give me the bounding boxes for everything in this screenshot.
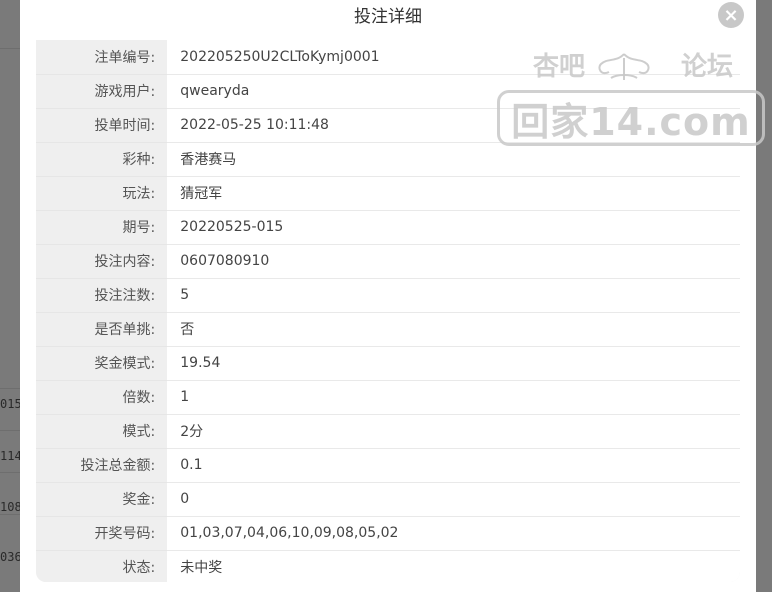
detail-row: 模式: 2分 [36,414,740,449]
detail-label: 注单编号: [36,40,168,75]
detail-label: 玩法: [36,176,168,211]
close-button[interactable]: × [718,2,744,28]
detail-row: 开奖号码: 01,03,07,04,06,10,09,08,05,02 [36,516,740,551]
detail-row: 是否单挑: 否 [36,312,740,347]
detail-label: 倍数: [36,380,168,415]
detail-value: 2022-05-25 10:11:48 [167,108,740,143]
background-divider [0,430,20,431]
detail-value: 2分 [167,414,740,449]
detail-label: 状态: [36,550,168,582]
detail-label: 奖金: [36,482,168,517]
background-fragment: 108 [0,500,22,514]
close-icon: × [723,4,739,26]
detail-label: 开奖号码: [36,516,168,551]
detail-label: 模式: [36,414,168,449]
detail-label: 投单时间: [36,108,168,143]
detail-label: 投注内容: [36,244,168,279]
detail-row: 投单时间: 2022-05-25 10:11:48 [36,108,740,143]
detail-value: 香港赛马 [167,142,740,177]
detail-row: 倍数: 1 [36,380,740,415]
detail-row: 投注注数: 5 [36,278,740,313]
detail-row: 投注总金额: 0.1 [36,448,740,483]
background-divider [0,388,20,389]
detail-value: 猜冠军 [167,176,740,211]
detail-row: 彩种: 香港赛马 [36,142,740,177]
detail-value: 0607080910 [167,244,740,279]
background-fragment: 114 [0,449,22,463]
detail-value: 0.1 [167,448,740,483]
detail-row: 投注内容: 0607080910 [36,244,740,279]
dialog-title: 投注详细 [354,7,422,27]
detail-row: 奖金: 0 [36,482,740,517]
detail-value: 未中奖 [167,550,740,582]
bet-detail-dialog: 投注详细 × 注单编号: 202205250U2CLToKymj0001 游戏用户:… [20,0,756,592]
detail-table: 注单编号: 202205250U2CLToKymj0001 游戏用户: qwearyd… [36,40,740,582]
detail-value: 5 [167,278,740,313]
detail-label: 游戏用户: [36,74,168,109]
background-fragment: 015 [0,397,22,411]
detail-row: 期号: 20220525-015 [36,210,740,245]
detail-label: 奖金模式: [36,346,168,381]
detail-panel: 注单编号: 202205250U2CLToKymj0001 游戏用户: qwearyd… [36,40,740,582]
detail-row: 状态: 未中奖 [36,550,740,582]
detail-label: 是否单挑: [36,312,168,347]
detail-value: 19.54 [167,346,740,381]
background-divider [0,472,20,473]
background-divider [0,514,20,515]
detail-row: 玩法: 猜冠军 [36,176,740,211]
detail-label: 彩种: [36,142,168,177]
detail-label: 投注注数: [36,278,168,313]
detail-row: 注单编号: 202205250U2CLToKymj0001 [36,40,740,75]
detail-value: 20220525-015 [167,210,740,245]
detail-row: 游戏用户: qwearyda [36,74,740,109]
detail-value: 否 [167,312,740,347]
background-divider [0,48,20,49]
detail-value: 01,03,07,04,06,10,09,08,05,02 [167,516,740,551]
background-fragment: 036 [0,550,22,564]
detail-value: 0 [167,482,740,517]
detail-row: 奖金模式: 19.54 [36,346,740,381]
detail-label: 期号: [36,210,168,245]
detail-value: qwearyda [167,74,740,109]
detail-value: 1 [167,380,740,415]
detail-value: 202205250U2CLToKymj0001 [167,40,740,75]
detail-label: 投注总金额: [36,448,168,483]
